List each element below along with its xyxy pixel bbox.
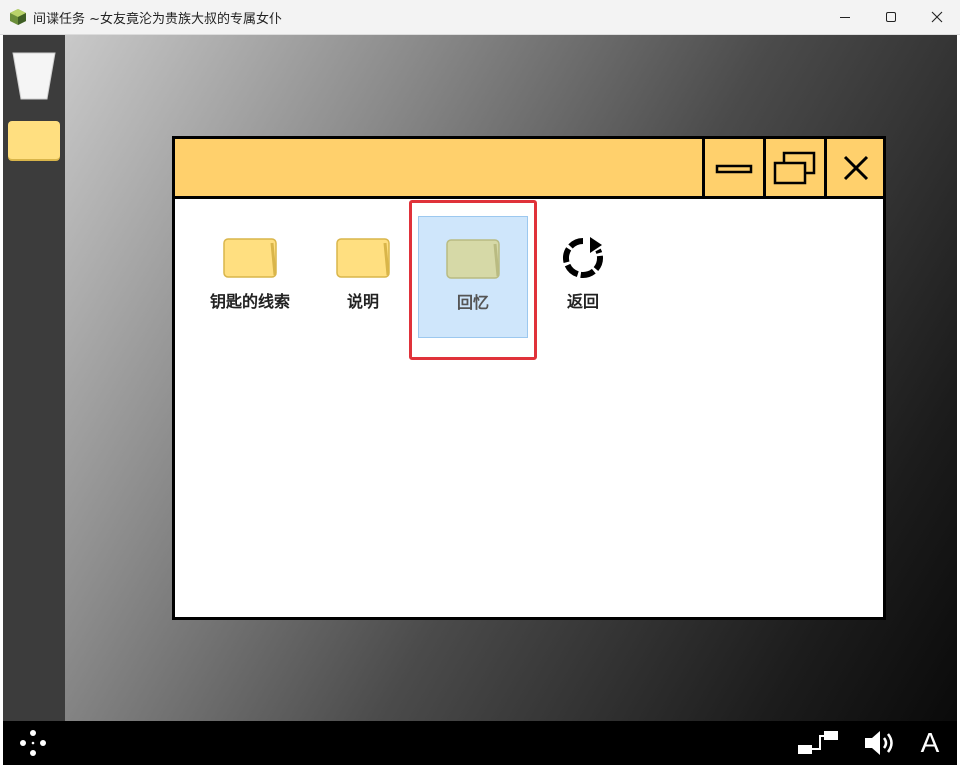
file-item-label: 返回 (566, 292, 599, 311)
explorer-restore-button[interactable] (763, 139, 824, 196)
minimize-icon (715, 164, 753, 173)
file-item-return[interactable]: 返回 (528, 216, 638, 338)
folder-icon (223, 238, 277, 278)
explorer-close-button[interactable] (824, 139, 885, 196)
speaker-icon (865, 731, 893, 755)
explorer-minimize-button[interactable] (702, 139, 763, 196)
explorer-title-bar (175, 139, 883, 199)
refresh-icon (563, 237, 603, 278)
close-icon (931, 11, 943, 23)
file-item-instructions[interactable]: 说明 (308, 216, 418, 338)
game-viewport: 钥匙的线索 说明 回忆 返回 A (3, 35, 957, 765)
maximize-button[interactable] (868, 0, 914, 34)
network-icon (798, 731, 838, 754)
minimize-button[interactable] (822, 0, 868, 34)
restore-icon (773, 151, 816, 184)
text-size-icon: A (920, 727, 940, 758)
close-button[interactable] (914, 0, 960, 34)
volume-button[interactable] (860, 721, 900, 765)
text-size-button[interactable]: A (913, 721, 947, 765)
menu-button[interactable] (15, 721, 51, 765)
game-taskbar: A (3, 721, 957, 765)
sidebar (3, 35, 65, 721)
explorer-window: 钥匙的线索 说明 回忆 返回 (172, 136, 886, 620)
explorer-content: 钥匙的线索 说明 回忆 返回 (175, 199, 883, 617)
app-cube-icon (10, 9, 26, 25)
maximize-icon (886, 12, 896, 22)
minimize-icon (840, 17, 850, 18)
file-item-label: 钥匙的线索 (209, 292, 290, 311)
file-item-label: 说明 (346, 292, 379, 311)
network-button[interactable] (796, 721, 840, 765)
file-item-key-clues[interactable]: 钥匙的线索 (195, 216, 305, 338)
folder-icon (336, 238, 390, 278)
window-title: 间谍任务 ~女友竟沦为贵族大叔的专属女仆 (33, 11, 283, 27)
window-controls (822, 0, 960, 34)
close-icon (843, 155, 869, 180)
folder-icon[interactable] (8, 121, 60, 159)
gamepad-dots-icon (20, 730, 46, 756)
selection-highlight-box (409, 200, 537, 360)
os-title-bar: 间谍任务 ~女友竟沦为贵族大叔的专属女仆 (0, 0, 960, 35)
trash-icon[interactable] (11, 51, 57, 101)
